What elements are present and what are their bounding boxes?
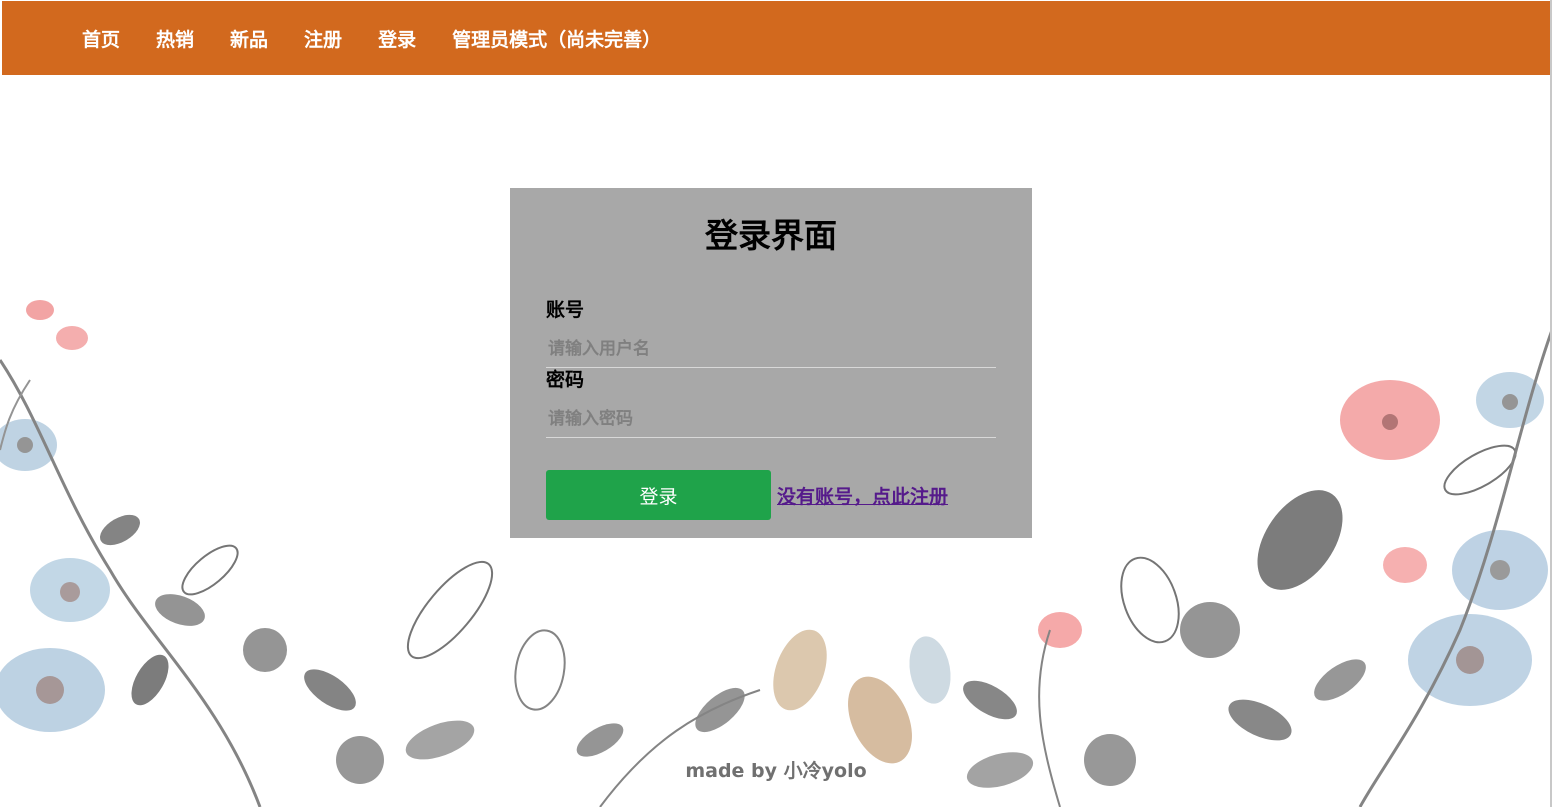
password-input[interactable] (546, 400, 996, 438)
register-link[interactable]: 没有账号，点此注册 (777, 482, 948, 509)
login-page: 首页 热销 新品 注册 登录 管理员模式（尚未完善） 登录界面 账号 密码 登录… (0, 0, 1552, 807)
nav-item-admin-mode[interactable]: 管理员模式（尚未完善） (452, 25, 661, 52)
account-label: 账号 (546, 299, 585, 321)
nav-item-home[interactable]: 首页 (82, 25, 120, 52)
nav-item-new-products[interactable]: 新品 (230, 25, 268, 52)
password-label: 密码 (546, 369, 585, 391)
login-title: 登录界面 (705, 216, 837, 255)
username-input[interactable] (546, 330, 996, 368)
footer-credit: made by 小冷yolo (685, 760, 867, 782)
nav-item-login[interactable]: 登录 (378, 25, 416, 52)
login-actions: 登录 没有账号，点此注册 (546, 470, 996, 520)
nav-item-hot-sales[interactable]: 热销 (156, 25, 194, 52)
top-nav-bar: 首页 热销 新品 注册 登录 管理员模式（尚未完善） (2, 1, 1550, 75)
login-button[interactable]: 登录 (546, 470, 771, 520)
login-panel: 登录界面 账号 密码 登录 没有账号，点此注册 (510, 188, 1032, 538)
nav-item-register[interactable]: 注册 (304, 25, 342, 52)
